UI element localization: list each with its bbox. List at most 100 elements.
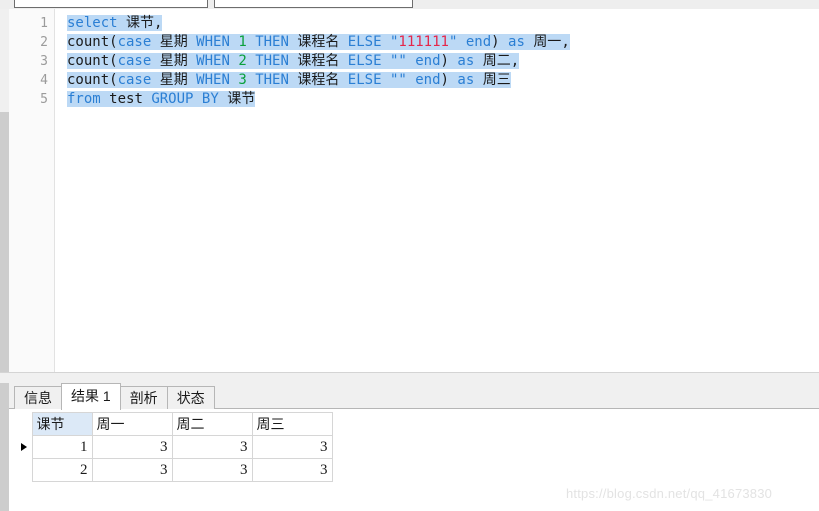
- toolbar-field-2[interactable]: [214, 0, 413, 8]
- code-token: ,: [561, 34, 570, 50]
- watermark-text: https://blog.csdn.net/qq_41673830: [566, 486, 773, 501]
- tab-剖析[interactable]: 剖析: [119, 386, 168, 409]
- code-line[interactable]: count(case 星期 WHEN 1 THEN 课程名 ELSE "1111…: [67, 33, 570, 52]
- code-token: WHEN: [196, 72, 230, 88]
- code-token: as: [508, 34, 525, 50]
- table-cell[interactable]: 3: [251, 458, 333, 482]
- code-token: from: [67, 91, 101, 107]
- table-cell[interactable]: 1: [31, 435, 93, 459]
- table-cell[interactable]: 3: [91, 458, 173, 482]
- code-token: end: [415, 53, 441, 69]
- line-number: 4: [40, 73, 48, 88]
- code-token: 星期: [159, 53, 188, 69]
- code-token: case: [117, 72, 152, 88]
- editor-code-area[interactable]: select 课节, count(case 星期 WHEN 1 THEN 课程名 …: [56, 9, 819, 372]
- current-row-arrow-icon: [21, 443, 27, 451]
- code-token: test: [109, 91, 143, 107]
- editor-gutter: 1 2 3 4 5: [9, 9, 55, 372]
- code-token: THEN: [255, 34, 289, 50]
- results-tabbar[interactable]: 信息 结果 1 剖析 状态: [9, 383, 819, 410]
- code-line[interactable]: from test GROUP BY 课节: [67, 90, 256, 109]
- left-margin-strip: [0, 112, 9, 372]
- code-token: count(: [67, 34, 118, 50]
- left-margin-top: [0, 9, 9, 112]
- code-token: WHEN: [196, 34, 230, 50]
- code-token: "": [389, 72, 407, 88]
- code-token: ): [491, 34, 500, 50]
- column-header[interactable]: 课节: [31, 412, 93, 436]
- column-header[interactable]: 周三: [251, 412, 333, 436]
- result-table[interactable]: 课节 周一 周二 周三 13332333: [17, 412, 333, 482]
- code-token: end: [465, 34, 492, 50]
- sql-editor[interactable]: 1 2 3 4 5 select 课节, count(case 星期 WHEN 1 THE…: [9, 9, 819, 372]
- toolbar-field-1[interactable]: [14, 0, 208, 8]
- code-line[interactable]: count(case 星期 WHEN 2 THEN 课程名 ELSE "" en…: [67, 52, 520, 71]
- code-token: WHEN: [196, 53, 230, 69]
- table-cell[interactable]: 2: [31, 458, 93, 482]
- tab-状态[interactable]: 状态: [166, 386, 215, 409]
- code-token: ,: [154, 15, 163, 31]
- code-token: 2: [238, 53, 247, 69]
- code-token: GROUP: [151, 91, 194, 107]
- table-cell[interactable]: 3: [251, 435, 333, 459]
- code-token: ): [440, 72, 449, 88]
- code-token: ELSE: [347, 34, 382, 50]
- line-number: 2: [40, 35, 48, 50]
- table-row[interactable]: 2333: [17, 458, 333, 482]
- code-token: 111111: [398, 34, 449, 50]
- code-line[interactable]: count(case 星期 WHEN 3 THEN 课程名 ELSE "" en…: [67, 71, 511, 90]
- code-token: THEN: [255, 53, 289, 69]
- column-header[interactable]: 周二: [171, 412, 253, 436]
- code-token: 课节: [126, 15, 155, 31]
- code-token: ELSE: [347, 72, 382, 88]
- code-token: 3: [238, 72, 247, 88]
- column-header[interactable]: 周一: [91, 412, 173, 436]
- table-cell[interactable]: 3: [171, 458, 253, 482]
- code-token: case: [117, 34, 152, 50]
- panel-splitter[interactable]: [0, 372, 819, 383]
- code-line[interactable]: select 课节,: [67, 14, 163, 33]
- code-token: 课程名: [297, 72, 340, 88]
- code-token: THEN: [255, 72, 289, 88]
- table-row[interactable]: 1333: [17, 435, 333, 459]
- table-cell[interactable]: 3: [171, 435, 253, 459]
- code-token: 周一: [533, 34, 562, 50]
- tab-结果-1[interactable]: 结果 1: [61, 383, 121, 410]
- results-left-margin: [0, 383, 9, 511]
- code-token: case: [117, 53, 152, 69]
- code-token: as: [457, 53, 475, 69]
- row-indicator-cell[interactable]: [17, 435, 32, 459]
- code-token: 1: [238, 34, 247, 50]
- line-number: 5: [40, 92, 48, 107]
- code-token: 课程名: [297, 34, 340, 50]
- code-token: 星期: [159, 72, 188, 88]
- code-token: as: [457, 72, 475, 88]
- code-token: 课程名: [297, 53, 340, 69]
- table-header-row: 课节 周一 周二 周三: [17, 412, 333, 436]
- tab-信息[interactable]: 信息: [14, 386, 62, 409]
- row-indicator-cell[interactable]: [17, 458, 32, 482]
- table-cell[interactable]: 3: [91, 435, 173, 459]
